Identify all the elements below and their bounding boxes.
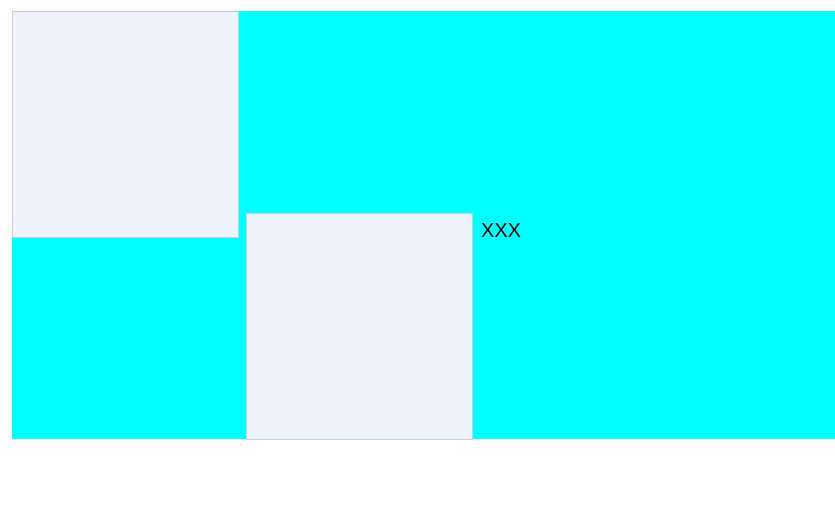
float-box-top-left (12, 11, 239, 238)
inline-text-label: XXX (481, 220, 522, 242)
float-box-bottom (246, 213, 473, 440)
main-canvas: XXX (12, 11, 835, 440)
